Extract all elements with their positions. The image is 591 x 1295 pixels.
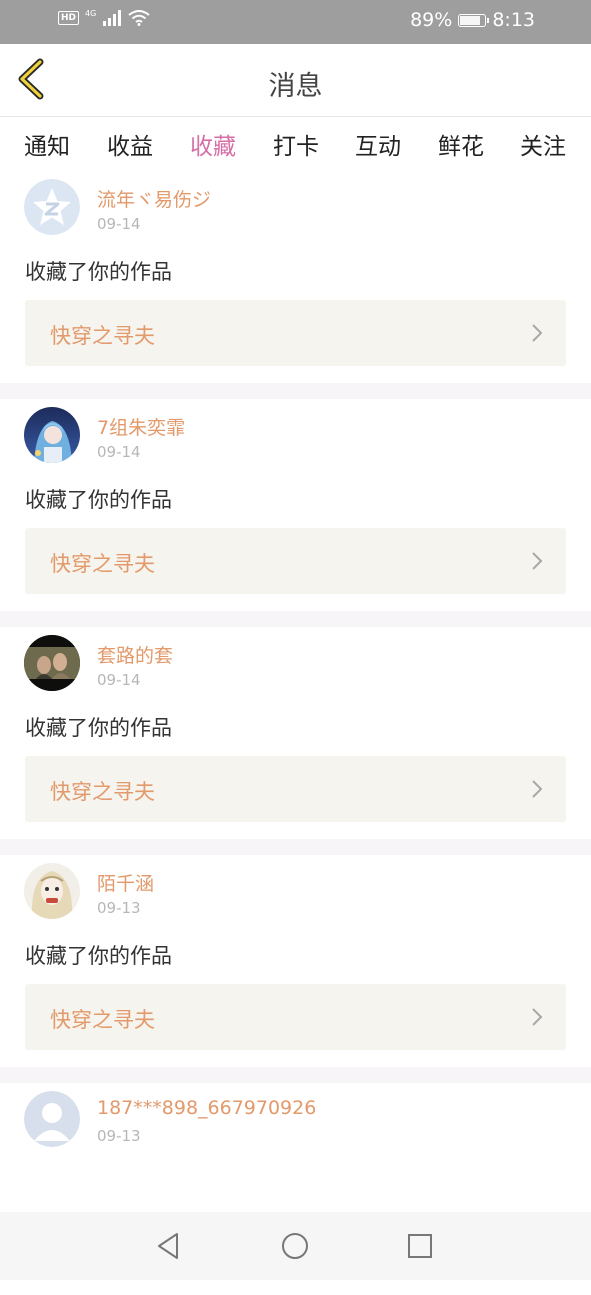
divider bbox=[0, 1067, 591, 1083]
chevron-right-icon bbox=[532, 780, 543, 798]
username[interactable]: 套路的套 bbox=[97, 641, 173, 668]
tab-bar: 通知 收益 收藏 打卡 互动 鲜花 关注 bbox=[0, 117, 591, 176]
wifi-icon bbox=[128, 10, 150, 26]
header: 消息 bbox=[0, 44, 591, 117]
tab-interaction[interactable]: 互动 bbox=[355, 127, 401, 161]
nav-home-button[interactable] bbox=[279, 1230, 311, 1262]
circle-home-icon bbox=[282, 1233, 308, 1259]
tab-favorites[interactable]: 收藏 bbox=[190, 127, 236, 176]
triangle-back-icon bbox=[158, 1233, 178, 1259]
page-title: 消息 bbox=[268, 71, 323, 102]
message-item: 7组朱奕霏 09-14 收藏了你的作品 快穿之寻夫 bbox=[0, 399, 591, 611]
work-title: 快穿之寻夫 bbox=[50, 780, 155, 804]
timestamp: 09-14 bbox=[97, 443, 141, 461]
work-link[interactable]: 快穿之寻夫 bbox=[25, 756, 566, 822]
action-text: 收藏了你的作品 bbox=[25, 716, 172, 740]
nav-recents-button[interactable] bbox=[404, 1230, 436, 1262]
battery-icon bbox=[458, 13, 490, 27]
default-qq-avatar-icon bbox=[24, 179, 80, 235]
clock: 8:13 bbox=[492, 9, 535, 31]
signal-icon bbox=[103, 10, 122, 26]
message-list: 流年ヾ易伤ジ 09-14 收藏了你的作品 快穿之寻夫 7组朱奕霏 09-14 收… bbox=[0, 171, 591, 1295]
timestamp: 09-14 bbox=[97, 215, 141, 233]
default-person-avatar-icon bbox=[24, 1091, 80, 1147]
timestamp: 09-13 bbox=[97, 899, 141, 917]
4g-icon: 4G bbox=[85, 8, 97, 18]
message-item: 流年ヾ易伤ジ 09-14 收藏了你的作品 快穿之寻夫 bbox=[0, 171, 591, 383]
tab-earnings[interactable]: 收益 bbox=[107, 127, 153, 161]
username[interactable]: 流年ヾ易伤ジ bbox=[97, 185, 211, 212]
work-link[interactable]: 快穿之寻夫 bbox=[25, 300, 566, 366]
work-link[interactable]: 快穿之寻夫 bbox=[25, 984, 566, 1050]
action-text: 收藏了你的作品 bbox=[25, 488, 172, 512]
hd-icon: HD bbox=[58, 11, 80, 25]
message-item: 陌千涵 09-13 收藏了你的作品 快穿之寻夫 bbox=[0, 855, 591, 1067]
status-bar: HD 4G 89% 8:13 bbox=[0, 0, 591, 44]
anime-girl-avatar-icon bbox=[24, 407, 80, 463]
avatar[interactable] bbox=[24, 179, 80, 235]
avatar[interactable] bbox=[24, 1091, 80, 1147]
chevron-right-icon bbox=[532, 324, 543, 342]
tab-following[interactable]: 关注 bbox=[520, 127, 566, 161]
avatar[interactable] bbox=[24, 635, 80, 691]
tab-checkin[interactable]: 打卡 bbox=[273, 127, 319, 161]
square-recents-icon bbox=[408, 1234, 432, 1258]
sketch-girl-avatar-icon bbox=[24, 863, 80, 919]
divider bbox=[0, 839, 591, 855]
tab-label: 打卡 bbox=[273, 134, 319, 160]
tab-notifications[interactable]: 通知 bbox=[24, 127, 70, 161]
work-title: 快穿之寻夫 bbox=[50, 1008, 155, 1032]
username[interactable]: 187***898_667970926 bbox=[97, 1097, 316, 1119]
message-item: 套路的套 09-14 收藏了你的作品 快穿之寻夫 bbox=[0, 627, 591, 839]
chevron-right-icon bbox=[532, 1008, 543, 1026]
tab-label: 关注 bbox=[520, 134, 566, 160]
tab-label: 收藏 bbox=[190, 134, 236, 160]
system-nav-bar bbox=[0, 1212, 591, 1280]
work-title: 快穿之寻夫 bbox=[50, 552, 155, 576]
tab-label: 收益 bbox=[107, 134, 153, 160]
work-title: 快穿之寻夫 bbox=[50, 324, 155, 348]
tab-label: 互动 bbox=[355, 134, 401, 160]
couple-photo-avatar-icon bbox=[24, 635, 80, 691]
tab-label: 通知 bbox=[24, 134, 70, 160]
timestamp: 09-13 bbox=[97, 1127, 141, 1145]
nav-back-button[interactable] bbox=[153, 1230, 185, 1262]
username[interactable]: 7组朱奕霏 bbox=[97, 413, 185, 440]
avatar[interactable] bbox=[24, 407, 80, 463]
avatar[interactable] bbox=[24, 863, 80, 919]
action-text: 收藏了你的作品 bbox=[25, 944, 172, 968]
username[interactable]: 陌千涵 bbox=[97, 869, 154, 896]
divider bbox=[0, 383, 591, 399]
battery-percent: 89% bbox=[410, 9, 453, 31]
tab-flowers[interactable]: 鲜花 bbox=[438, 127, 484, 161]
timestamp: 09-14 bbox=[97, 671, 141, 689]
divider bbox=[0, 611, 591, 627]
chevron-right-icon bbox=[532, 552, 543, 570]
work-link[interactable]: 快穿之寻夫 bbox=[25, 528, 566, 594]
action-text: 收藏了你的作品 bbox=[25, 260, 172, 284]
status-icons-left: HD 4G bbox=[58, 8, 150, 26]
tab-label: 鲜花 bbox=[438, 134, 484, 160]
status-icons-right: 89% 8:13 bbox=[410, 9, 535, 31]
